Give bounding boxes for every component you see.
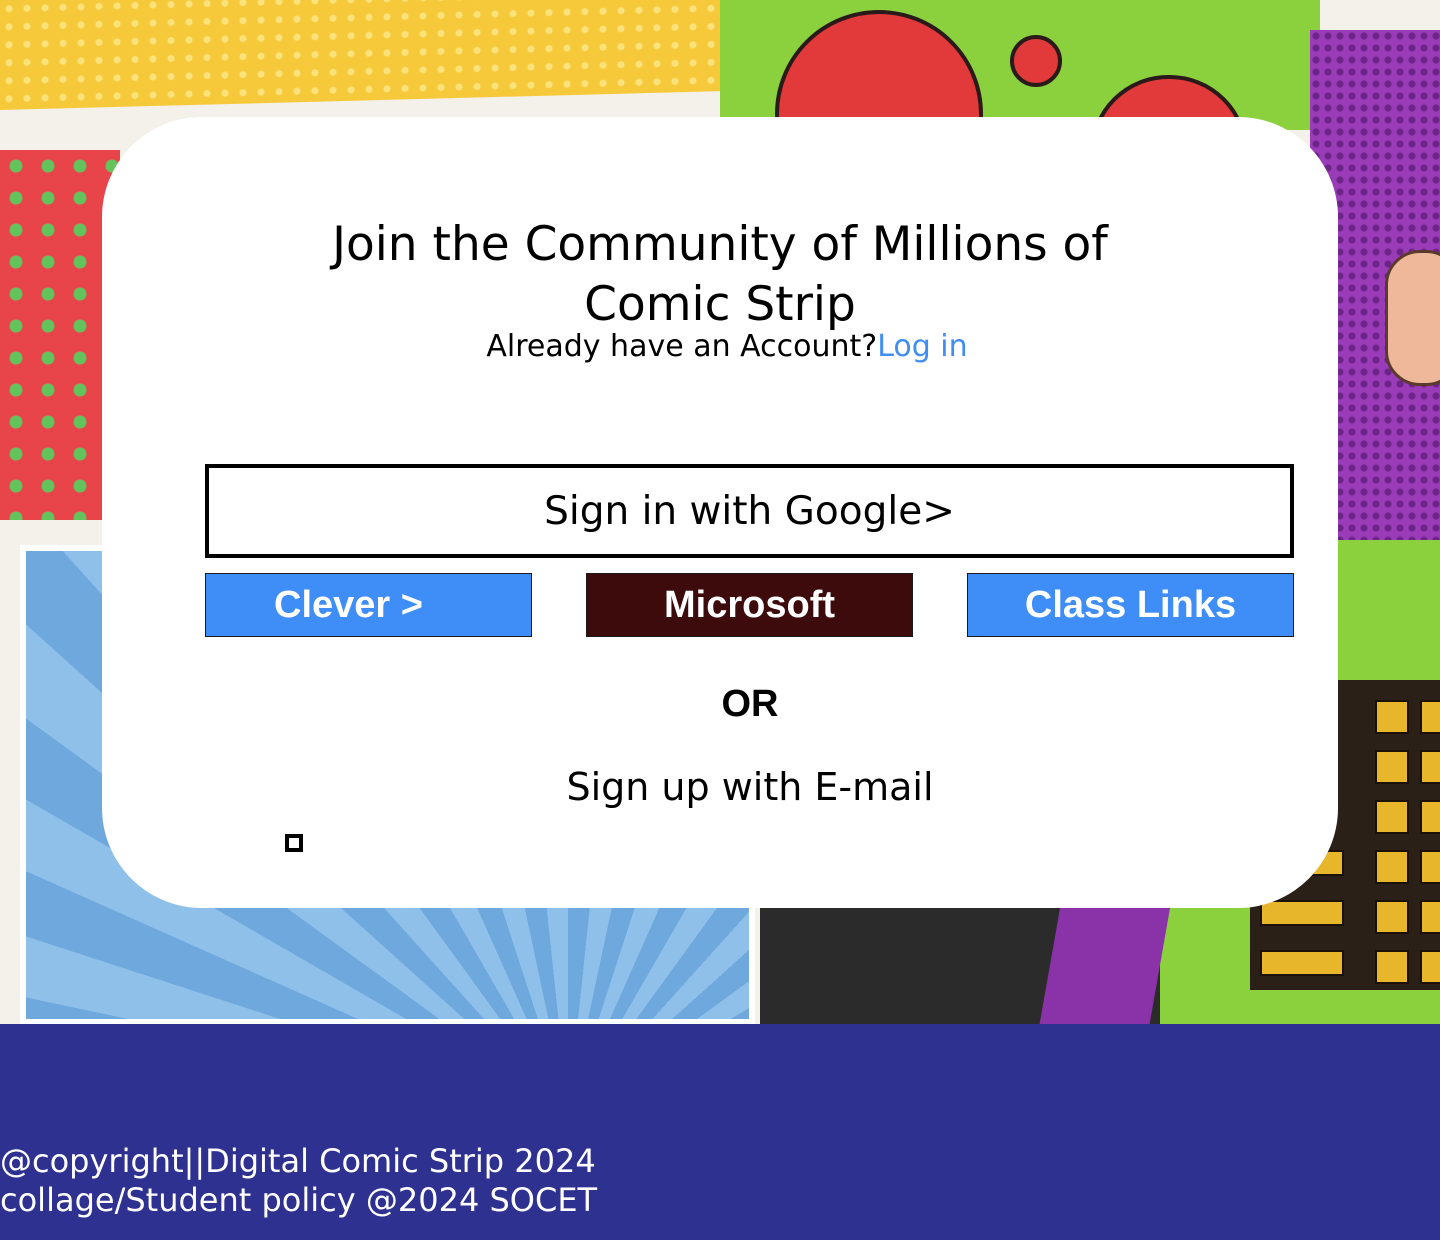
small-checkbox[interactable]	[285, 834, 303, 852]
yellow-halftone-panel	[0, 0, 730, 110]
email-signup-link[interactable]: Sign up with E-mail	[102, 765, 1338, 809]
or-divider: OR	[721, 683, 779, 725]
login-link[interactable]: Log in	[877, 329, 967, 364]
page-title: Join the Community of Millions of Comic …	[102, 215, 1338, 335]
clever-button-label: Clever >	[274, 583, 423, 626]
class-links-button[interactable]: Class Links	[967, 573, 1294, 637]
red-ball-illustration	[1010, 35, 1062, 87]
class-links-button-label: Class Links	[1024, 583, 1237, 626]
footer: @copyright||Digital Comic Strip 2024 col…	[0, 1024, 1440, 1240]
microsoft-button-label: Microsoft	[664, 583, 835, 626]
footer-copyright: @copyright||Digital Comic Strip 2024	[0, 1142, 596, 1180]
clever-button[interactable]: Clever >	[205, 573, 532, 637]
footer-policy: collage/Student policy @2024 SOCET	[0, 1181, 598, 1219]
google-signin-label: Sign in with Google>	[544, 488, 955, 534]
microsoft-button[interactable]: Microsoft	[586, 573, 913, 637]
account-prompt-text: Already have an Account?	[486, 329, 878, 364]
google-signin-button[interactable]: Sign in with Google>	[205, 464, 1294, 558]
headline-line-1: Join the Community of Millions of	[332, 217, 1108, 272]
hand-illustration	[1385, 250, 1440, 386]
headline-line-2: Comic Strip	[584, 277, 856, 332]
account-prompt: Already have an Account?Log in	[102, 329, 1338, 364]
signup-card: Join the Community of Millions of Comic …	[102, 117, 1338, 908]
purple-figure-illustration	[1038, 900, 1172, 1024]
